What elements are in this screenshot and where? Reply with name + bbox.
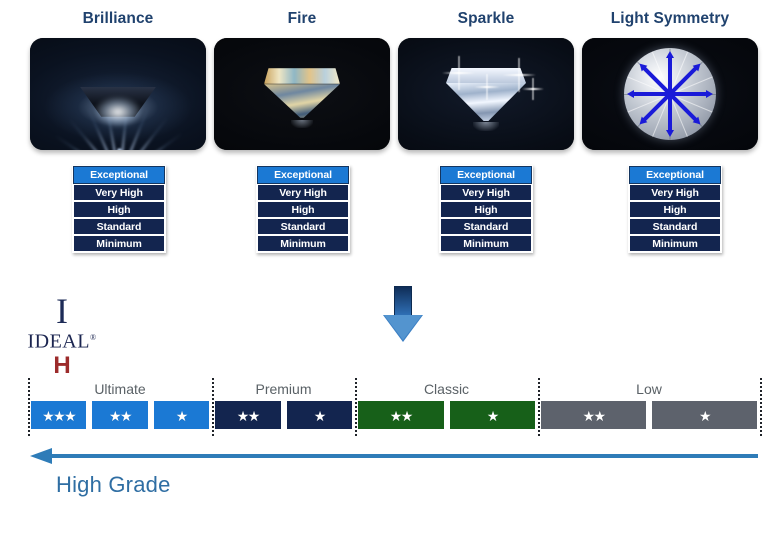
brilliance-light-burst [30, 38, 206, 150]
grade-segment-label-low: Low [636, 381, 662, 397]
grade-cell-classic-2star[interactable]: ★★ [357, 400, 445, 430]
grade-cell-low-1star[interactable]: ★ [651, 400, 758, 430]
rating-row-minimum[interactable]: Minimum [629, 235, 721, 252]
grade-cell-stars: ★★ [108, 408, 133, 424]
registered-mark: ® [89, 333, 97, 342]
rating-row-high[interactable]: High [73, 201, 165, 218]
rating-row-minimum[interactable]: Minimum [257, 235, 349, 252]
rating-row-standard[interactable]: Standard [257, 218, 349, 235]
rating-row-high[interactable]: High [629, 201, 721, 218]
rating-stack-fire: Exceptional Very High High Standard Mini… [256, 165, 350, 253]
rating-row-exceptional[interactable]: Exceptional [73, 166, 165, 184]
attribute-title-fire: Fire [287, 10, 317, 27]
attribute-title-sparkle: Sparkle [457, 10, 515, 27]
rating-stack-light-symmetry: Exceptional Very High High Standard Mini… [628, 165, 722, 253]
ideal-logo: I IDEAL® H [14, 291, 110, 379]
grade-cell-stars: ★ [698, 408, 712, 424]
grade-cell-ultimate-2star[interactable]: ★★ [91, 400, 149, 430]
grade-cell-stars: ★★ [582, 408, 606, 424]
attribute-column-sparkle: Sparkle Exceptional Very High High Stand… [398, 0, 574, 253]
rating-row-very-high[interactable]: Very High [257, 184, 349, 201]
flow-down-arrow-icon [383, 286, 423, 342]
grade-segment-divider [760, 378, 762, 436]
grade-segment-label-premium: Premium [255, 381, 312, 397]
attribute-column-light-symmetry: Light Symmetry Exceptional Very High Hig… [582, 0, 758, 253]
ideal-wordmark-text: IDEAL [27, 330, 90, 353]
diamond-brilliance-photo [30, 38, 206, 150]
rating-stack-brilliance: Exceptional Very High High Standard Mini… [72, 165, 166, 253]
grade-scale-cells: ★★★ ★★ ★ ★★ ★ ★★ ★ ★★ ★ [28, 400, 760, 430]
diamond-fire-photo [214, 38, 390, 150]
attribute-column-fire: Fire Exceptional Very High High Standard… [214, 0, 390, 253]
rating-row-very-high[interactable]: Very High [73, 184, 165, 201]
rating-row-very-high[interactable]: Very High [629, 184, 721, 201]
rating-stack-sparkle: Exceptional Very High High Standard Mini… [439, 165, 533, 253]
grade-cell-stars: ★ [313, 408, 327, 424]
grade-scale: Ultimate Premium Classic Low ★★★ ★★ ★ ★★ ★ ★★ ★ ★★… [28, 378, 762, 436]
grade-segment-divider [538, 378, 540, 436]
grade-cell-premium-2star[interactable]: ★★ [214, 400, 282, 430]
grade-cell-stars: ★ [175, 408, 189, 424]
diamond-sparkle-photo [398, 38, 574, 150]
grade-cell-low-2star[interactable]: ★★ [540, 400, 647, 430]
rating-row-minimum[interactable]: Minimum [440, 235, 532, 252]
down-arrow-shaft [394, 286, 412, 316]
high-grade-caption: High Grade [56, 472, 171, 497]
rating-row-exceptional[interactable]: Exceptional [257, 166, 349, 184]
grade-segment-label-classic: Classic [423, 381, 470, 397]
ideal-logo-h-mark: H [53, 351, 71, 379]
grade-cell-ultimate-3star[interactable]: ★★★ [30, 400, 88, 430]
rating-row-exceptional[interactable]: Exceptional [629, 166, 721, 184]
round-brilliant-top-view [624, 48, 716, 140]
rating-row-very-high[interactable]: Very High [440, 184, 532, 201]
grade-cell-classic-1star[interactable]: ★ [448, 400, 536, 430]
rating-row-high[interactable]: High [257, 201, 349, 218]
grade-scale-labels: Ultimate Premium Classic Low [28, 378, 760, 400]
light-symmetry-hearts-arrows [582, 38, 758, 150]
attribute-title-light-symmetry: Light Symmetry [610, 10, 730, 27]
rating-row-minimum[interactable]: Minimum [73, 235, 165, 252]
attribute-column-brilliance: Brilliance Exceptional Very High High St… [30, 0, 206, 253]
ideal-logo-i-mark: I [56, 291, 68, 331]
ideal-logo-wordmark: IDEAL® [14, 326, 110, 354]
rating-row-exceptional[interactable]: Exceptional [440, 166, 532, 184]
diamond-cut-grade-infographic: Brilliance Exceptional Very High High St… [0, 0, 784, 534]
rating-row-high[interactable]: High [440, 201, 532, 218]
grade-arrow-line [48, 454, 758, 458]
grade-cell-premium-1star[interactable]: ★ [285, 400, 353, 430]
grade-segment-divider [355, 378, 357, 436]
grade-cell-stars: ★★★ [42, 408, 77, 424]
rating-row-standard[interactable]: Standard [73, 218, 165, 235]
high-grade-direction-arrow-icon [30, 446, 758, 466]
down-arrow-head-highlight [384, 315, 422, 340]
attribute-title-brilliance: Brilliance [82, 10, 154, 27]
rating-row-standard[interactable]: Standard [440, 218, 532, 235]
grade-segment-divider [28, 378, 30, 436]
diamond-light-symmetry-photo [582, 38, 758, 150]
grade-cell-stars: ★★ [389, 408, 414, 424]
grade-segment-label-ultimate: Ultimate [94, 381, 146, 397]
grade-segment-divider [212, 378, 214, 436]
grade-cell-stars: ★★ [236, 408, 261, 424]
fire-diamond-render [214, 38, 390, 150]
sparkle-diamond-render [398, 38, 574, 150]
grade-cell-stars: ★ [486, 408, 500, 424]
grade-cell-ultimate-1star[interactable]: ★ [152, 400, 210, 430]
rating-row-standard[interactable]: Standard [629, 218, 721, 235]
